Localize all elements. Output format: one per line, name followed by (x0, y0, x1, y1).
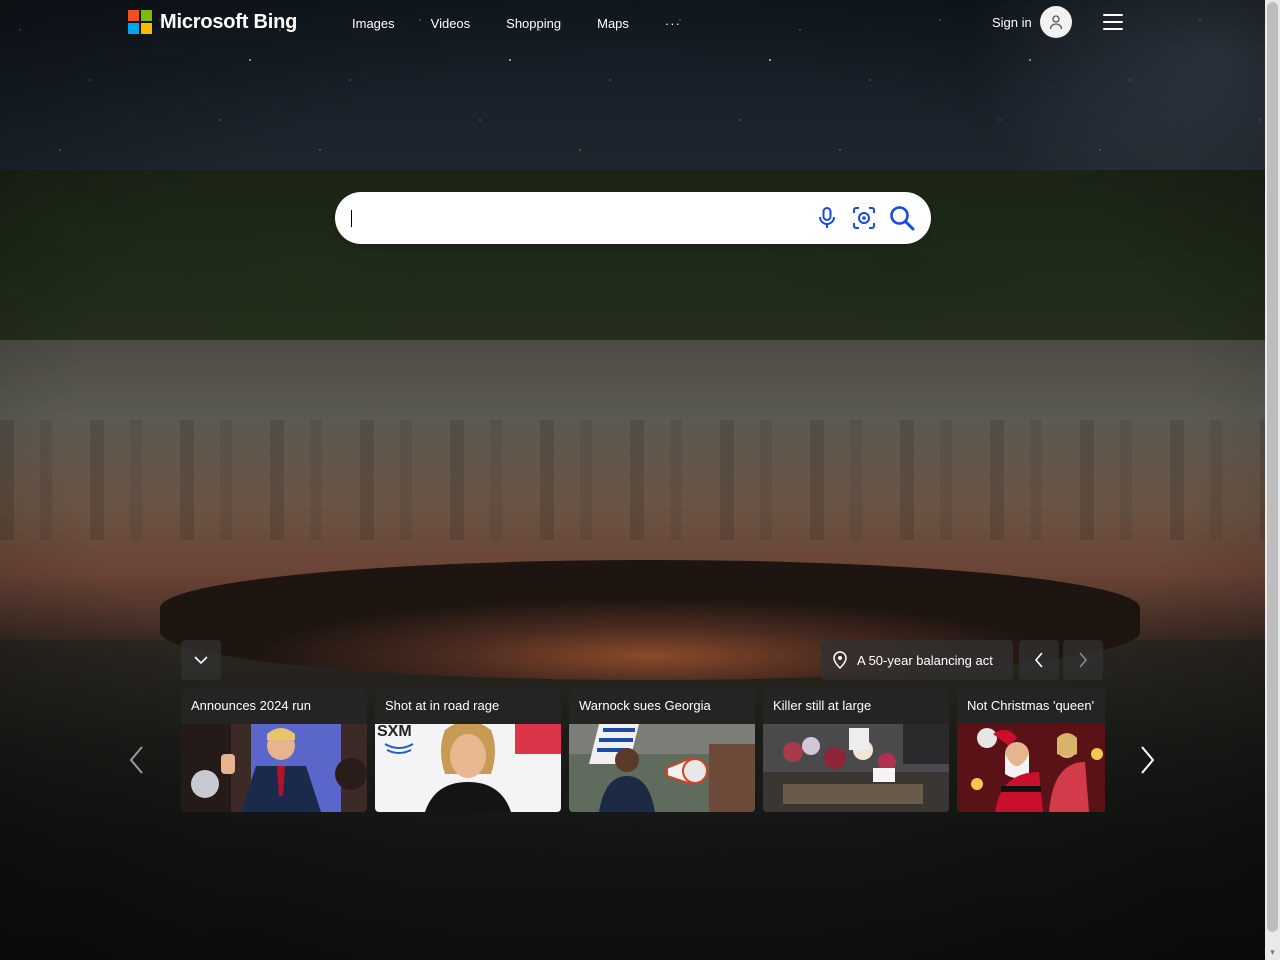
nav-videos[interactable]: Videos (431, 16, 471, 31)
carousel-next-button[interactable] (1134, 742, 1162, 778)
vignette (0, 0, 1265, 960)
signin-label: Sign in (992, 14, 1032, 30)
microsoft-logo-icon (128, 10, 152, 34)
logo-text: Microsoft Bing (160, 10, 298, 33)
user-icon (1039, 6, 1072, 38)
news-card-image (957, 724, 1105, 812)
news-carousel: Announces 2024 run Shot at in road rage … (181, 688, 1105, 812)
location-pin-icon (833, 651, 847, 669)
image-caption-button[interactable]: A 50-year balancing act (821, 640, 1013, 680)
microphone-icon[interactable] (813, 204, 841, 232)
scrollbar[interactable]: ▾ (1265, 0, 1280, 960)
image-caption: A 50-year balancing act (857, 652, 993, 668)
text-caret (351, 210, 352, 227)
news-card-image (763, 724, 949, 812)
nav-images[interactable]: Images (352, 16, 395, 31)
news-card[interactable]: Killer still at large (763, 688, 949, 812)
news-card[interactable]: Announces 2024 run (181, 688, 367, 812)
chevron-down-icon (194, 656, 208, 665)
visual-search-icon[interactable] (850, 204, 878, 232)
news-card-image: SXM (375, 724, 561, 812)
news-card-title: Not Christmas 'queen' (967, 698, 1095, 713)
top-nav: Images Videos Shopping Maps ··· (352, 16, 681, 31)
news-card-image (181, 724, 367, 812)
background-image (0, 0, 1265, 960)
news-card-image (569, 724, 755, 812)
chevron-right-icon (1141, 746, 1155, 774)
search-input[interactable] (351, 205, 805, 233)
previous-image-button[interactable] (1019, 640, 1059, 680)
next-image-button[interactable] (1063, 640, 1103, 680)
nav-maps[interactable]: Maps (597, 16, 629, 31)
news-card[interactable]: Not Christmas 'queen' (957, 688, 1105, 812)
chevron-left-icon (129, 746, 143, 774)
collapse-feed-button[interactable] (181, 640, 221, 680)
news-card-title: Warnock sues Georgia (579, 698, 711, 713)
news-card[interactable]: Shot at in road rage SXM (375, 688, 561, 812)
hamburger-menu-icon[interactable] (1103, 14, 1123, 30)
carousel-prev-button[interactable] (122, 742, 150, 778)
news-card[interactable]: Warnock sues Georgia (569, 688, 755, 812)
nav-more[interactable]: ··· (665, 16, 681, 31)
search-icon[interactable] (888, 204, 916, 232)
chevron-right-icon (1079, 652, 1088, 668)
chevron-left-icon (1034, 652, 1043, 668)
svg-text:SXM: SXM (377, 724, 412, 740)
signin-button[interactable]: Sign in (992, 6, 1072, 38)
news-card-title: Shot at in road rage (385, 698, 500, 713)
search-box[interactable] (335, 192, 931, 244)
bing-logo[interactable]: Microsoft Bing (128, 10, 297, 34)
nav-shopping[interactable]: Shopping (506, 16, 561, 31)
scrollbar-thumb[interactable] (1267, 2, 1278, 932)
news-card-title: Killer still at large (773, 698, 872, 713)
news-card-title: Announces 2024 run (191, 698, 311, 713)
scroll-down-icon[interactable]: ▾ (1268, 948, 1277, 957)
